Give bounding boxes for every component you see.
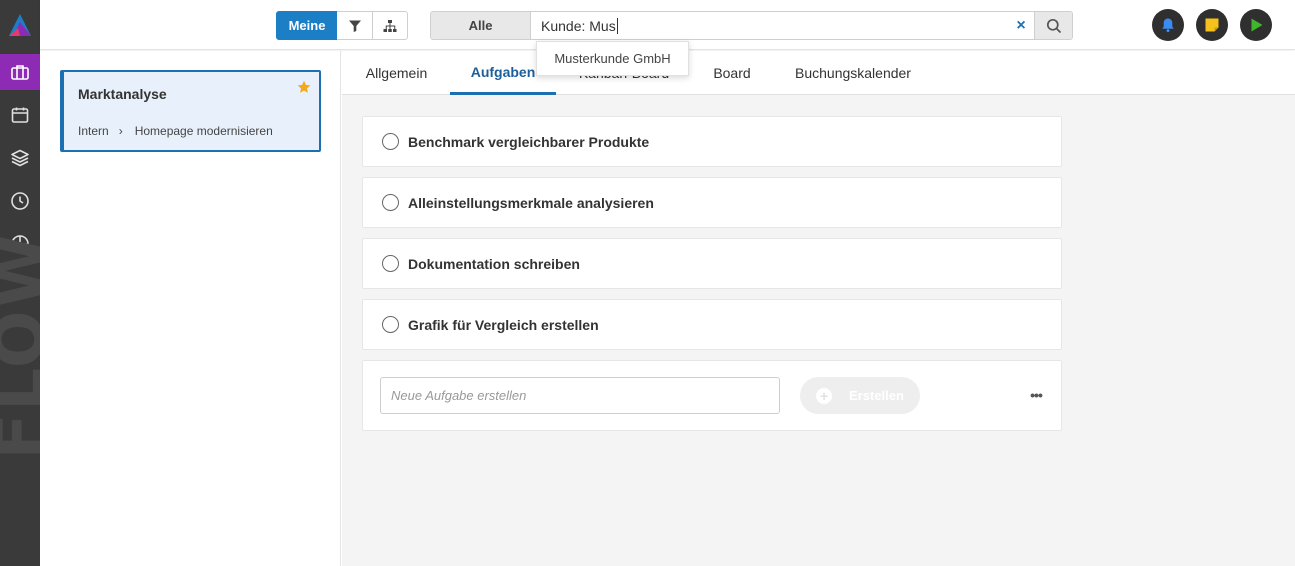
meine-button[interactable]: Meine bbox=[276, 11, 338, 40]
create-task-label: Erstellen bbox=[849, 388, 904, 403]
notifications-button[interactable] bbox=[1152, 9, 1184, 41]
tab-buchungskalender[interactable]: Buchungskalender bbox=[788, 51, 918, 95]
new-task-panel: + Erstellen ••• bbox=[362, 360, 1062, 431]
calendar-icon bbox=[11, 107, 29, 123]
breadcrumb: Intern › Homepage modernisieren bbox=[78, 124, 273, 138]
task-complete-toggle[interactable] bbox=[382, 255, 399, 272]
project-list-panel: Marktanalyse Intern › Homepage modernisi… bbox=[40, 51, 341, 566]
main-content: Allgemein Aufgaben Kanban-Board Board Bu… bbox=[342, 51, 1295, 566]
breadcrumb-child: Homepage modernisieren bbox=[134, 124, 273, 138]
rail-item-time[interactable] bbox=[0, 183, 40, 219]
filter-icon bbox=[348, 20, 361, 32]
tab-allgemein[interactable]: Allgemein bbox=[354, 51, 439, 95]
text-caret bbox=[616, 17, 618, 34]
search-bar: Alle Kunde: Mus × bbox=[430, 11, 1073, 40]
task-label: Grafik für Vergleich erstellen bbox=[408, 316, 599, 333]
tab-bar: Allgemein Aufgaben Kanban-Board Board Bu… bbox=[342, 51, 1295, 95]
hierarchy-button[interactable] bbox=[372, 11, 408, 40]
search-button[interactable] bbox=[1034, 12, 1072, 39]
task-row[interactable]: Dokumentation schreiben bbox=[362, 238, 1062, 289]
left-rail: FLOW bbox=[0, 0, 60, 566]
star-icon bbox=[297, 80, 311, 93]
task-complete-toggle[interactable] bbox=[382, 133, 399, 150]
logo-icon bbox=[9, 14, 31, 36]
bell-icon bbox=[1162, 18, 1174, 33]
project-title: Marktanalyse bbox=[78, 86, 167, 102]
task-label: Alleinstellungsmerkmale analysieren bbox=[408, 194, 654, 211]
sticky-note-icon bbox=[1205, 18, 1219, 32]
search-icon bbox=[1046, 18, 1061, 33]
clock-icon bbox=[11, 192, 29, 210]
task-row[interactable]: Grafik für Vergleich erstellen bbox=[362, 299, 1062, 350]
search-input[interactable]: Kunde: Mus bbox=[541, 12, 1001, 39]
task-complete-toggle[interactable] bbox=[382, 194, 399, 211]
task-complete-toggle[interactable] bbox=[382, 316, 399, 333]
new-task-input[interactable] bbox=[380, 377, 780, 414]
breadcrumb-parent: Intern bbox=[78, 124, 109, 138]
chevron-right-icon: › bbox=[118, 124, 123, 138]
favorite-star-button[interactable] bbox=[297, 80, 311, 99]
task-label: Benchmark vergleichbarer Produkte bbox=[408, 133, 650, 150]
search-input-value: Kunde: Mus bbox=[541, 17, 616, 34]
task-row[interactable]: Benchmark vergleichbarer Produkte bbox=[362, 116, 1062, 167]
filter-button[interactable] bbox=[337, 11, 373, 40]
app-logo[interactable] bbox=[0, 0, 40, 50]
tab-board[interactable]: Board bbox=[701, 51, 763, 95]
task-label: Dokumentation schreiben bbox=[408, 255, 580, 272]
layers-icon bbox=[11, 149, 29, 167]
more-options-button[interactable]: ••• bbox=[1026, 386, 1046, 404]
task-row[interactable]: Alleinstellungsmerkmale analysieren bbox=[362, 177, 1062, 228]
search-suggestion[interactable]: Musterkunde GmbH bbox=[536, 41, 689, 76]
rail-item-layers[interactable] bbox=[0, 140, 40, 176]
plus-circle-icon: + bbox=[816, 387, 833, 404]
briefcase-icon bbox=[11, 65, 29, 80]
sitemap-icon bbox=[383, 19, 397, 32]
play-icon bbox=[1251, 18, 1263, 32]
search-scope-button[interactable]: Alle bbox=[431, 12, 531, 39]
notes-button[interactable] bbox=[1196, 9, 1228, 41]
start-timer-button[interactable] bbox=[1240, 9, 1272, 41]
rail-item-projects[interactable] bbox=[0, 54, 40, 90]
project-card[interactable]: Marktanalyse Intern › Homepage modernisi… bbox=[60, 70, 321, 152]
clear-search-button[interactable]: × bbox=[1013, 12, 1029, 39]
create-task-button[interactable]: + Erstellen bbox=[800, 377, 920, 414]
rail-item-calendar[interactable] bbox=[0, 97, 40, 133]
